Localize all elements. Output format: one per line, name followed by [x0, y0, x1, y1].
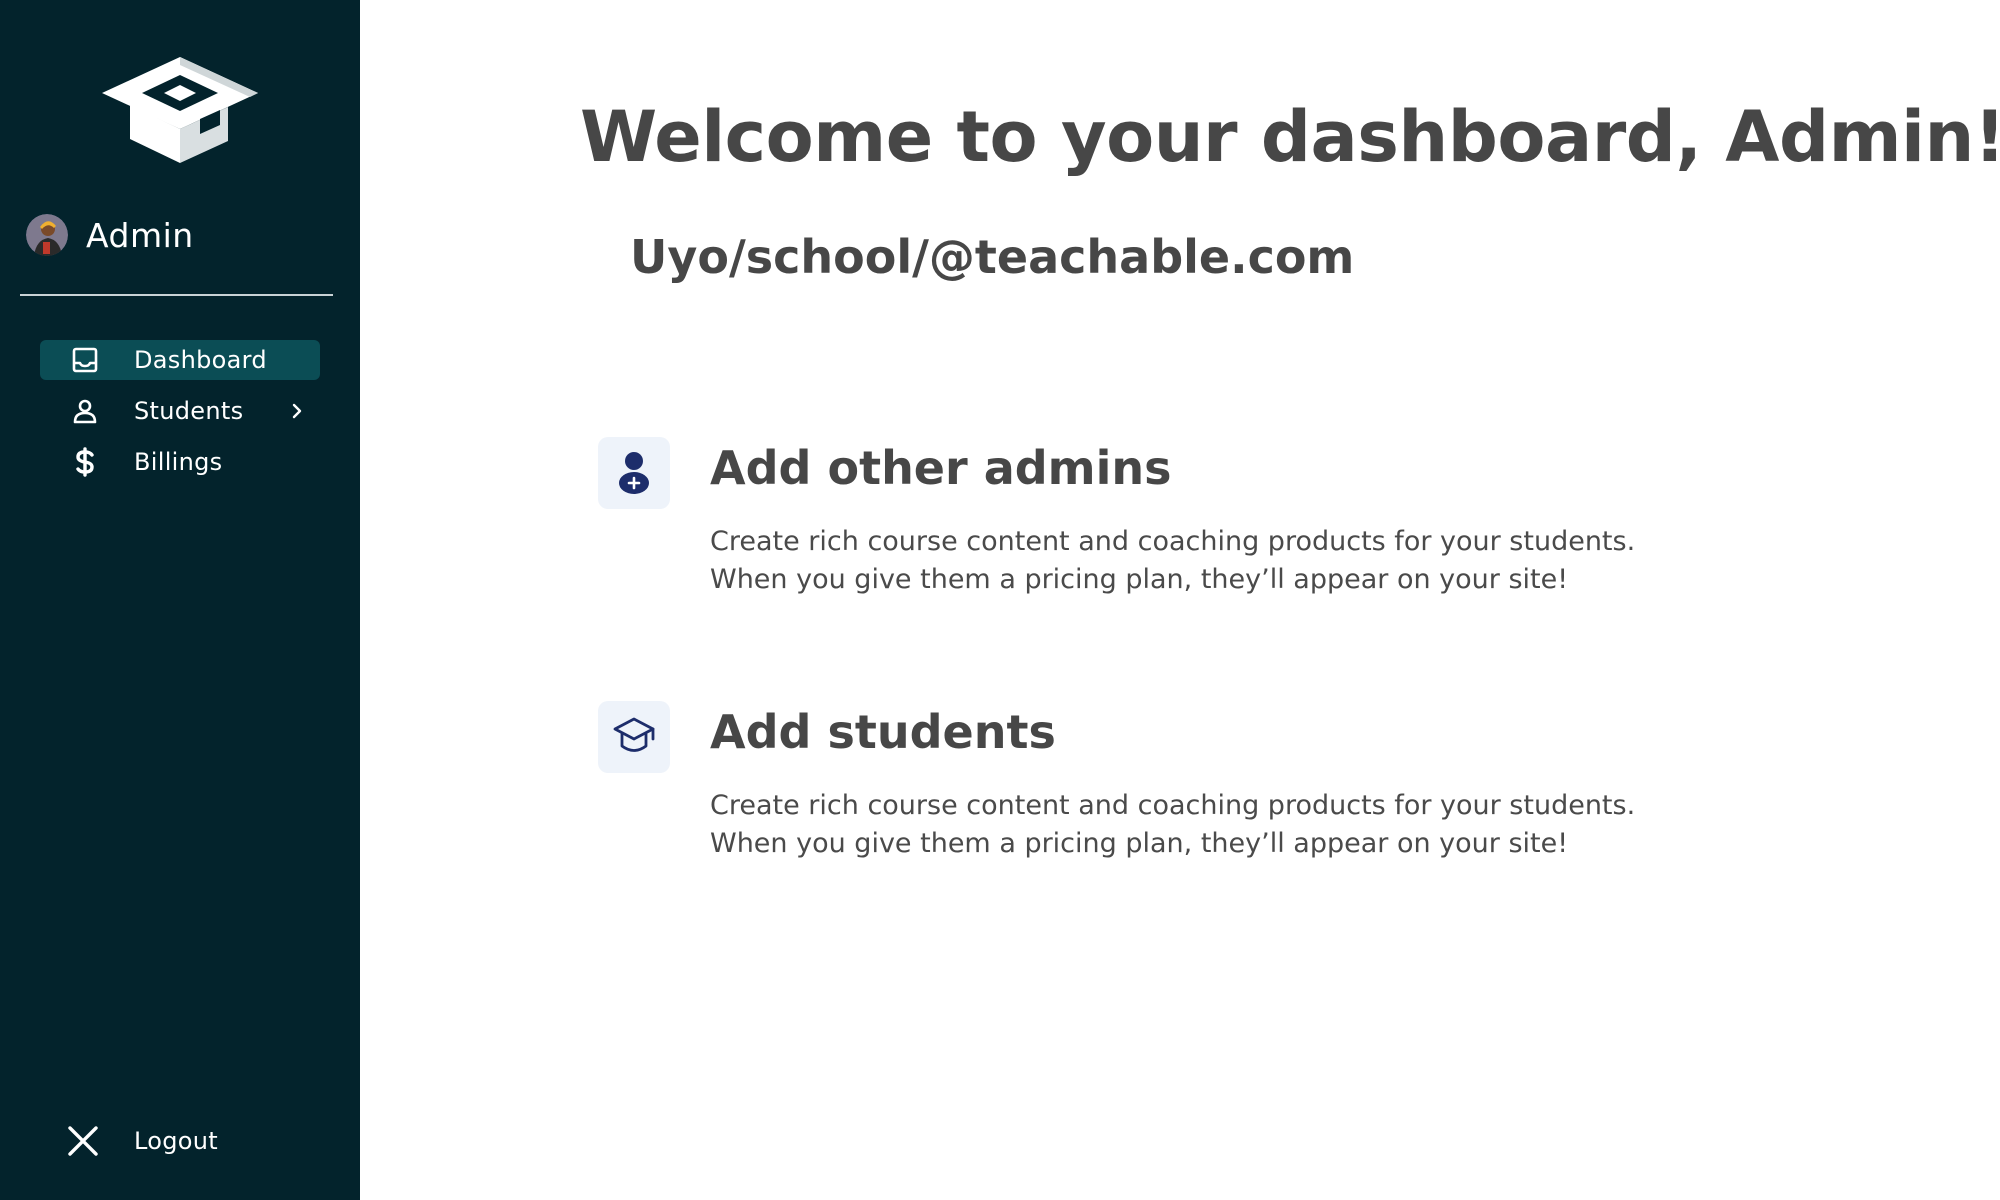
feature-description-line: When you give them a pricing plan, they’…: [710, 828, 1569, 859]
feature-description-line: Create rich course content and coaching …: [710, 790, 1636, 821]
feature-description: Create rich course content and coaching …: [710, 523, 1670, 599]
dollar-icon: [70, 447, 100, 477]
sidebar-item-label: Dashboard: [134, 346, 267, 374]
sidebar-item-billings[interactable]: Billings: [40, 442, 320, 482]
profile-name: Admin: [86, 215, 194, 255]
user-profile[interactable]: Admin: [26, 214, 194, 256]
sidebar-item-dashboard[interactable]: Dashboard: [40, 340, 320, 380]
page-title: Welcome to your dashboard, Admin!: [580, 96, 2000, 178]
app-root: Admin Dashboard Students Billings Logout…: [0, 0, 2000, 1200]
avatar[interactable]: [26, 214, 68, 256]
logout-label: Logout: [134, 1127, 218, 1155]
school-email: Uyo/school/@teachable.com: [630, 230, 1355, 284]
feature-title[interactable]: Add other admins: [710, 441, 1172, 495]
logout-button[interactable]: Logout: [40, 1120, 320, 1162]
main-content: Welcome to your dashboard, Admin! Uyo/sc…: [360, 0, 2000, 1200]
sidebar-divider: [20, 294, 333, 296]
sidebar-item-label: Billings: [134, 448, 223, 476]
chevron-right-icon[interactable]: [282, 396, 312, 426]
feature-title[interactable]: Add students: [710, 705, 1056, 759]
close-icon: [66, 1124, 100, 1158]
sidebar-item-students[interactable]: Students: [40, 391, 320, 431]
feature-description-line: Create rich course content and coaching …: [710, 526, 1636, 557]
user-add-icon[interactable]: [598, 437, 670, 509]
user-icon: [70, 396, 100, 426]
sidebar-item-label: Students: [134, 397, 244, 425]
feature-add-students[interactable]: Add students Create rich course content …: [598, 701, 1698, 901]
graduation-cap-logo-icon[interactable]: [100, 55, 260, 165]
feature-description-line: When you give them a pricing plan, they’…: [710, 564, 1569, 595]
sidebar: Admin Dashboard Students Billings Logout: [0, 0, 360, 1200]
graduation-cap-icon[interactable]: [598, 701, 670, 773]
feature-description: Create rich course content and coaching …: [710, 787, 1670, 863]
feature-add-other-admins[interactable]: Add other admins Create rich course cont…: [598, 437, 1698, 637]
inbox-icon: [70, 345, 100, 375]
